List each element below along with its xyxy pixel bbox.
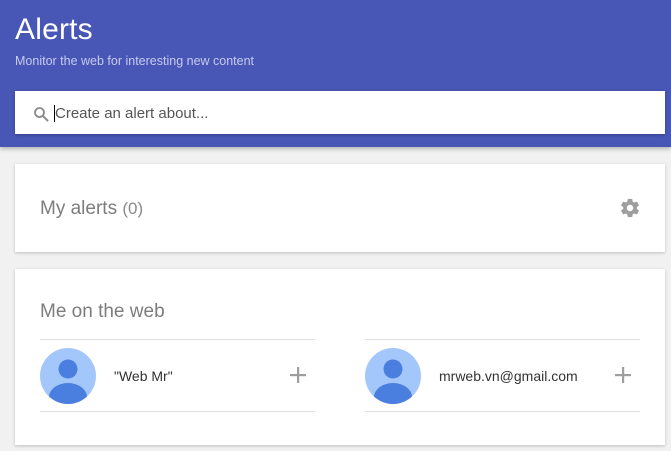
me-on-web-card: Me on the web "Web Mr" mrweb.vn@gmail.co… [15, 269, 665, 445]
gear-icon[interactable] [619, 197, 641, 219]
avatar-icon [374, 359, 412, 404]
me-on-web-heading: Me on the web [40, 301, 165, 322]
header-bar: Alerts Monitor the web for interesting n… [0, 0, 671, 147]
page-subtitle: Monitor the web for interesting new cont… [15, 54, 255, 68]
suggestion-label: mrweb.vn@gmail.com [439, 368, 578, 384]
suggestion-item: mrweb.vn@gmail.com [365, 339, 640, 412]
plus-icon[interactable] [614, 366, 632, 384]
search-box[interactable] [15, 91, 665, 134]
plus-icon[interactable] [289, 366, 307, 384]
my-alerts-label: My alerts [40, 198, 118, 219]
avatar-icon [49, 359, 87, 404]
suggestion-label: "Web Mr" [114, 368, 173, 384]
search-input[interactable] [55, 99, 650, 127]
my-alerts-heading: My alerts (0) [40, 197, 143, 221]
avatar [365, 348, 421, 404]
my-alerts-count: (0) [122, 199, 144, 218]
my-alerts-card: My alerts (0) [15, 164, 665, 252]
suggestion-item: "Web Mr" [40, 339, 315, 412]
avatar [40, 348, 96, 404]
search-icon [34, 107, 49, 122]
page-title: Alerts [15, 13, 93, 46]
text-cursor [54, 105, 55, 122]
